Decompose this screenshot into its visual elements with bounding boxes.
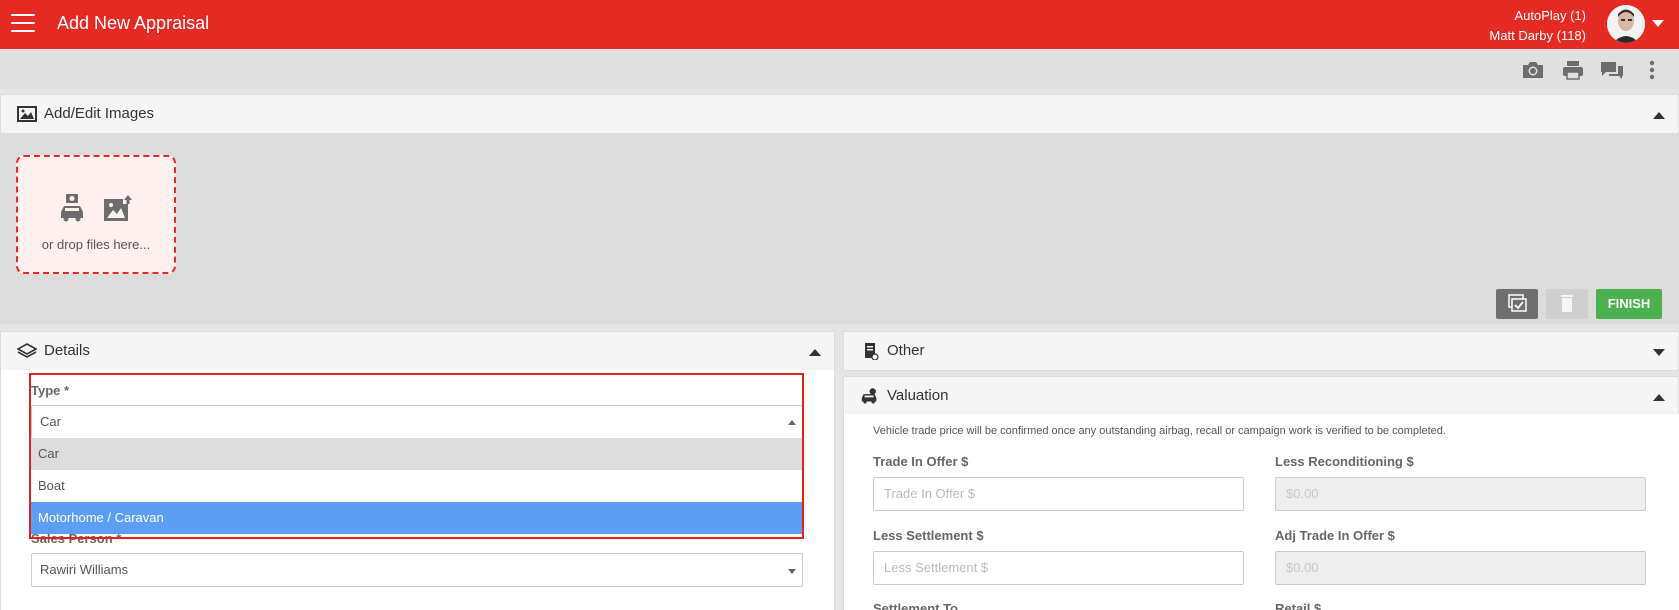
settlement-to-label: Settlement To [873, 601, 958, 610]
image-icon [17, 106, 37, 122]
adj-trade-in-input: $0.00 [1275, 551, 1646, 585]
top-app-bar: Add New Appraisal AutoPlay (1) Matt Darb… [0, 0, 1679, 49]
type-options-list: Car Boat Motorhome / Caravan [31, 438, 803, 534]
expand-icon[interactable] [1653, 349, 1665, 356]
page-title: Add New Appraisal [57, 13, 210, 33]
adj-trade-in-label: Adj Trade In Offer $ [1275, 528, 1395, 543]
type-select-value: Car [40, 414, 61, 429]
action-toolbar [0, 49, 1679, 89]
less-reconditioning-input: $0.00 [1275, 477, 1646, 511]
trade-in-label: Trade In Offer $ [873, 454, 969, 469]
type-option-car[interactable]: Car [31, 438, 803, 470]
images-panel-title: Add/Edit Images [44, 105, 155, 122]
other-panel-header[interactable]: Other [843, 331, 1679, 371]
details-panel-title: Details [44, 342, 90, 359]
chat-icon[interactable] [1599, 59, 1625, 81]
salesperson-select[interactable]: Rawiri Williams [31, 553, 803, 587]
more-vert-icon[interactable] [1646, 59, 1658, 81]
caret-down-icon [788, 569, 796, 574]
trash-icon [1561, 295, 1573, 312]
type-label: Type * [31, 383, 70, 398]
collapse-icon[interactable] [1653, 394, 1665, 401]
camera-car-icon [61, 194, 83, 222]
select-images-icon [1508, 294, 1527, 312]
valuation-panel-header[interactable]: Valuation [843, 376, 1679, 415]
collapse-icon[interactable] [809, 349, 821, 356]
user-line-name: Matt Darby (118) [1489, 28, 1586, 43]
valuation-notice: Vehicle trade price will be confirmed on… [873, 425, 1446, 437]
camera-icon[interactable] [1520, 59, 1546, 81]
caret-up-icon [788, 420, 796, 425]
menu-icon[interactable] [11, 14, 35, 34]
images-panel-header[interactable]: Add/Edit Images [0, 94, 1679, 134]
type-option-boat[interactable]: Boat [31, 470, 803, 502]
type-select[interactable]: Car [31, 405, 803, 439]
other-panel-title: Other [887, 342, 925, 359]
user-line-dealer: AutoPlay (1) [1514, 8, 1586, 23]
dropzone-text: or drop files here... [41, 237, 151, 252]
less-settlement-label: Less Settlement $ [873, 528, 984, 543]
type-option-motorhome[interactable]: Motorhome / Caravan [31, 502, 803, 534]
image-upload-icon [104, 194, 133, 221]
layers-icon [17, 343, 37, 358]
user-info[interactable]: AutoPlay (1) Matt Darby (118) [1489, 6, 1586, 46]
details-panel-header[interactable]: Details [0, 331, 835, 371]
less-reconditioning-label: Less Reconditioning $ [1275, 454, 1414, 469]
select-all-button[interactable] [1496, 289, 1538, 319]
trade-in-input[interactable]: Trade In Offer $ [873, 477, 1244, 511]
collapse-icon[interactable] [1653, 112, 1665, 119]
salesperson-select-value: Rawiri Williams [40, 562, 129, 577]
images-panel-body: or drop files here... [0, 134, 1679, 324]
delete-images-button[interactable] [1546, 289, 1588, 319]
retail-label: Retail $ [1275, 601, 1322, 610]
car-money-icon [861, 388, 877, 404]
less-settlement-input[interactable]: Less Settlement $ [873, 551, 1244, 585]
valuation-panel-title: Valuation [887, 387, 949, 404]
document-icon [865, 343, 879, 360]
avatar[interactable] [1607, 5, 1645, 43]
image-dropzone[interactable]: or drop files here... [16, 155, 176, 274]
finish-button[interactable]: FINISH [1596, 289, 1662, 319]
user-menu-caret-icon[interactable] [1652, 20, 1664, 27]
print-icon[interactable] [1560, 59, 1586, 81]
